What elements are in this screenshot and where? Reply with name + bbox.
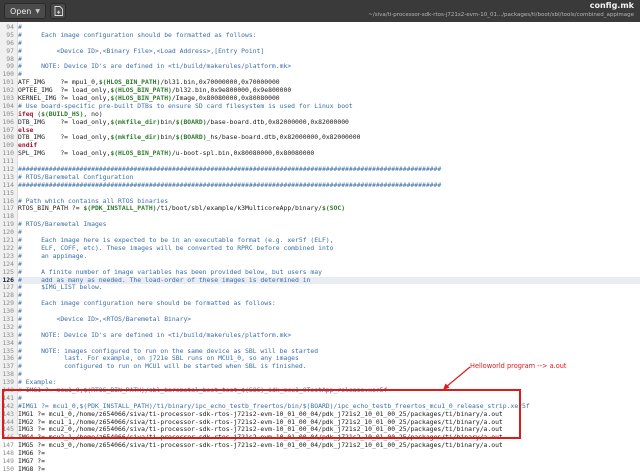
line-text: # Path which contains all RTOS binaries [18,196,169,205]
code-line[interactable]: 123 # an appimage. [0,251,640,261]
line-text: OPTEE_IMG ?= load_only,$(HLOS_BIN_PATH)/… [18,86,292,95]
line-text: # RTOS/Baremetal Images [18,220,107,229]
line-text: ifeq ($(BUILD_HS), no) [18,109,103,118]
code-line[interactable]: 138 # [0,370,640,379]
line-text: DTB_IMG ?= load_only,$(mkfile_dir)bin/$(… [18,117,349,126]
code-area[interactable]: 94 #95 # Each image configuration should b… [0,23,640,474]
line-text: # [18,307,22,316]
line-text: # [18,322,22,331]
line-text: # add as many as needed. The load-order … [18,275,311,284]
code-line[interactable]: 97 # <Device ID>,<Binary File>,<Load Addr… [0,46,640,56]
line-text: # <Device ID>,<RTOS/Baremetal Binary> [18,314,192,323]
line-text: # ELF, COFF, etc). These images will be … [18,243,334,252]
line-text: # [18,228,22,237]
line-text: # NOTE: Device ID's are defined in <ti/b… [18,330,292,339]
line-text: # [18,259,22,268]
code-line[interactable]: 149 IMG7 ?= [0,456,640,466]
file-name: config.mk [589,1,634,10]
line-text: KERNEL_IMG ?= load_only,$(HLOS_BIN_PATH)… [18,94,280,103]
line-text: IMG8 ?= [18,464,45,473]
open-button-label: Open [10,6,32,16]
chevron-down-icon: ▼ [35,7,40,15]
line-text: # [18,370,22,379]
code-line[interactable]: 117 RTOS_BIN_PATH ?= $(PDK_INSTALL_PATH)/… [0,205,640,213]
line-text: # Each image configuration should be for… [18,30,257,39]
code-line[interactable]: 106 DTB_IMG ?= load_only,$(mkfile_dir)bin… [0,117,640,127]
code-line[interactable]: 131 # <Device ID>,<RTOS/Baremetal Binary> [0,314,640,324]
line-text: # $IMG_LIST below. [18,283,103,292]
line-number: 148 [2,449,14,458]
line-text: # configured to run on MCU1 will be star… [18,362,307,371]
line-text: IMG5 ?= mcu3_0,/home/z654066/siva/ti-pro… [18,441,503,450]
line-text: # NOTE: Device ID's are defined in <ti/b… [18,62,292,71]
line-text: # IMG1 ?= mcu1_0,$(RTOS_BIN_PATH)/sbl_ba… [18,385,388,394]
line-text: endif [18,141,38,150]
code-line[interactable]: 110 SPL_IMG ?= load_only,$(HLOS_BIN_PATH)… [0,149,640,158]
line-text: IMG7 ?= [18,456,45,465]
line-text: SPL_IMG ?= load_only,$(HLOS_BIN_PATH)/u-… [18,149,315,158]
line-text: # [18,393,22,402]
line-text: ATF_IMG ?= mpu1_0,$(HLOS_BIN_PATH)/bl31.… [18,78,280,87]
line-number: 150 [2,464,14,473]
new-document-button[interactable] [50,3,66,19]
code-line[interactable]: 133 # NOTE: Device ID's are defined in <t… [0,330,640,340]
line-text: # [18,54,22,63]
code-line[interactable]: 140 # IMG1 ?= mcu1_0,$(RTOS_BIN_PATH)/sbl… [0,385,640,395]
line-text: # [18,38,22,47]
line-text: # [18,291,22,300]
file-path: ~/siva/ti-processor-sdk-rtos-j721s2-evm-… [368,12,634,18]
line-text: # an appimage. [18,251,88,260]
line-number: 147 [2,441,14,450]
line-number: 146 [2,433,14,442]
line-text: RTOS_BIN_PATH ?= $(PDK_INSTALL_PATH)/ti/… [18,204,346,213]
line-text: # last. For example, on j721e SBL runs o… [18,354,299,363]
line-text: # Each image configuration here should b… [18,299,276,308]
title-bar: Open ▼ config.mk ~/siva/ti-processor-sdk… [0,0,640,22]
line-text: # Each image here is expected to be in a… [18,236,334,245]
code-line[interactable]: 95 # Each image configuration should be f… [0,30,640,40]
code-line[interactable]: 127 # $IMG_LIST below. [0,283,640,292]
annotation-arrow-icon [443,366,471,390]
code-line[interactable]: 99 # NOTE: Device ID's are defined in <ti… [0,63,640,71]
code-line[interactable]: 119 # RTOS/Baremetal Images [0,220,640,229]
line-text: IMG6 ?= [18,449,45,458]
line-text: # RTOS/Baremetal Configuration [18,172,134,181]
annotation-label: Helloworld program --> a.out [470,362,567,370]
code-line[interactable]: 108 DTB_IMG ?= load_only,$(mkfile_dir)bin… [0,134,640,142]
line-text: # A finite number of image variables has… [18,267,322,276]
code-line[interactable]: 148 IMG6 ?= [0,449,640,458]
line-text: # Example: [18,378,57,387]
text-editor[interactable]: 94 #95 # Each image configuration should b… [0,22,640,473]
line-text: # [18,338,22,347]
line-text: #IMG1 ?= mcu1_0,$(PDK_INSTALL_PATH)/ti/b… [18,401,530,410]
code-line[interactable]: 114 #####################################… [0,180,640,190]
window-title: config.mk ~/siva/ti-processor-sdk-rtos-j… [214,1,634,19]
line-text: ########################################… [18,180,442,189]
line-text: # <Device ID>,<Binary File>,<Load Addres… [18,46,265,55]
line-number: 149 [2,456,14,465]
line-text: ########################################… [18,165,442,174]
code-line[interactable]: 150 IMG8 ?= [0,464,640,474]
line-text: else [18,125,34,134]
code-line[interactable]: 122 # ELF, COFF, etc). These images will … [0,243,640,253]
line-text: IMG1 ?= mcu1_0,/home/z654066/siva/ti-pro… [18,409,503,418]
line-text: IMG3 ?= mcu2_0,/home/z654066/siva/ti-pro… [18,425,503,434]
line-text: # [18,23,22,31]
code-line[interactable]: 147 IMG5 ?= mcu3_0,/home/z654066/siva/ti-… [0,441,640,450]
open-button[interactable]: Open ▼ [4,3,46,19]
line-text: # NOTE: images configured to run on the … [18,346,319,355]
line-text: DTB_IMG ?= load_only,$(mkfile_dir)bin/$(… [18,133,361,142]
new-document-icon [54,6,63,16]
line-text: # Use board-specific pre-built DTBs to e… [18,101,353,110]
line-text: IMG2 ?= mcu1_1,/home/z654066/siva/ti-pro… [18,417,503,426]
code-line[interactable]: 129 # Each image configuration here shoul… [0,299,640,308]
line-text: # [18,70,22,79]
